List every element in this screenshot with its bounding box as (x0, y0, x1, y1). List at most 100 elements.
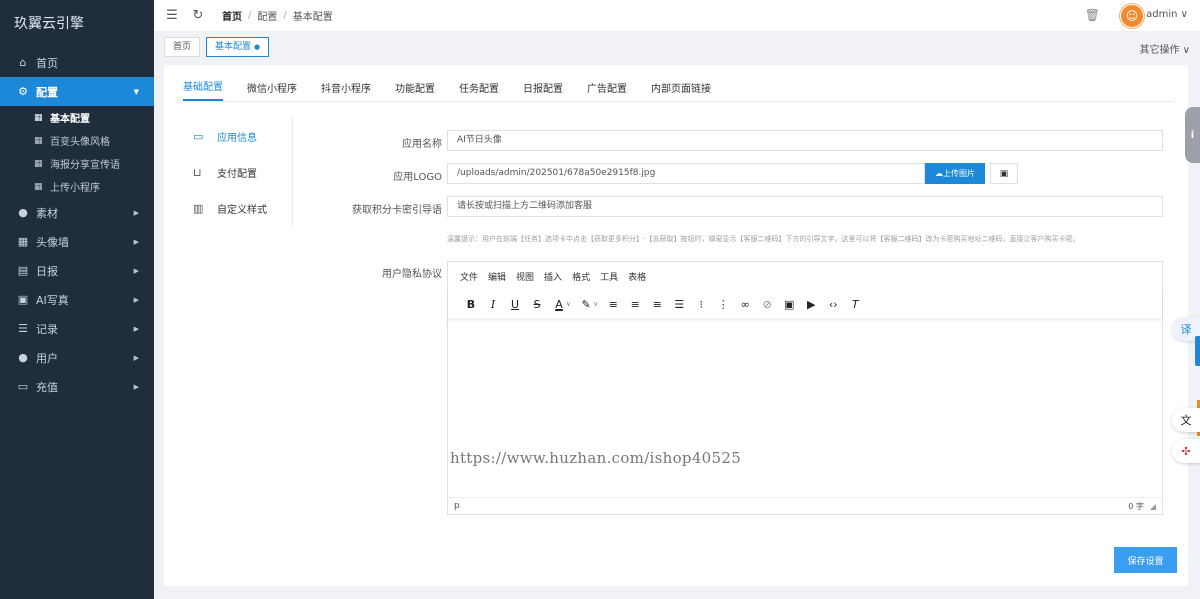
tab-internal-links[interactable]: 内部页面链接 (651, 80, 711, 101)
sidebar-item-recharge[interactable]: ▭ 充值 ▶ (0, 372, 154, 401)
sidebar-subitem-basic-config[interactable]: ▦ 基本配置 (0, 106, 154, 129)
code-icon[interactable]: ‹› (822, 293, 844, 315)
tab-task-config[interactable]: 任务配置 (459, 80, 499, 101)
app-logo-label: 应用LOGO (393, 172, 442, 183)
app-name-input[interactable]: AI节日头像 (447, 130, 1163, 151)
align-justify-icon[interactable]: ☰ (668, 293, 690, 315)
align-left-icon[interactable]: ≡ (602, 293, 624, 315)
unlink-icon[interactable]: ⊘ (756, 293, 778, 315)
underline-icon[interactable]: U (504, 293, 526, 315)
strikethrough-icon[interactable]: S (526, 293, 548, 315)
editor-menu-view[interactable]: 视图 (516, 270, 534, 283)
trash-icon[interactable]: 🗑 (1085, 8, 1100, 22)
tab-ad-config[interactable]: 广告配置 (587, 80, 627, 101)
other-operations-dropdown[interactable]: 其它操作 ∨ (1139, 41, 1190, 56)
image-preview-button[interactable]: ▣ (990, 163, 1018, 184)
bullet-list-icon[interactable]: ⁝ (690, 293, 712, 315)
italic-icon[interactable]: I (482, 293, 504, 315)
resize-handle-icon[interactable]: ◢ (1150, 502, 1156, 511)
info-side-tab[interactable]: i (1185, 107, 1200, 163)
breadcrumb-item[interactable]: 配置 (257, 8, 277, 23)
sidebar-item-label: 头像墙 (36, 235, 69, 249)
app-logo-input[interactable]: /uploads/admin/202501/678a50e2915f8.jpg (447, 163, 925, 184)
word-count: 0 字 (1128, 501, 1144, 511)
user-menu[interactable]: admin ∨ (1146, 9, 1188, 20)
sidebar-item-material[interactable]: ● 素材 ▶ (0, 198, 154, 227)
page-tab-home[interactable]: 首页 (164, 36, 201, 57)
image-icon: ▣ (17, 293, 29, 306)
grid-icon: ▦ (34, 181, 43, 192)
user-name: admin (1146, 9, 1178, 20)
content-card: 基础配置 微信小程序 抖音小程序 功能配置 任务配置 日报配置 广告配置 内部页… (164, 65, 1188, 586)
network-button[interactable]: ✣ (1172, 439, 1200, 463)
sidebar-item-ai-portrait[interactable]: ▣ AI写真 ▶ (0, 285, 154, 314)
sidebar-subitem-poster-slogan[interactable]: ▦ 海报分享宣传语 (0, 152, 154, 175)
sidebar-subitem-avatar-style[interactable]: ▦ 百变头像风格 (0, 129, 154, 152)
editor-menu-file[interactable]: 文件 (460, 270, 478, 283)
menu-toggle-icon[interactable]: ☰ (164, 8, 180, 23)
editor-content-area[interactable] (448, 319, 1162, 499)
page-tab-basic-config[interactable]: 基本配置 ● (206, 36, 270, 57)
align-center-icon[interactable]: ≡ (624, 293, 646, 315)
sidebar-item-label: AI写真 (36, 293, 69, 307)
grid-icon: ▦ (34, 158, 43, 169)
vnav-item-payment[interactable]: ⊔ 支付配置 (183, 154, 292, 190)
chevron-down-icon[interactable]: ∨ (566, 300, 571, 308)
other-ops-label: 其它操作 (1139, 45, 1180, 56)
editor-menu-format[interactable]: 格式 (572, 270, 590, 283)
sidebar-item-config[interactable]: ⚙ 配置 ▼ (0, 77, 154, 106)
sidebar-item-daily[interactable]: ▤ 日报 ▶ (0, 256, 154, 285)
sliders-icon: ☰ (18, 322, 28, 335)
vnav-item-custom-style[interactable]: ▥ 自定义样式 (183, 190, 292, 226)
cloud-upload-icon: ☁ (935, 169, 943, 178)
guide-text-input[interactable]: 请长按或扫描上方二维码添加客服 (447, 196, 1163, 217)
page-tabs-bar: 首页 基本配置 ● 其它操作 ∨ (154, 32, 1200, 61)
sidebar-item-label: 用户 (36, 351, 58, 365)
tab-feature-config[interactable]: 功能配置 (395, 80, 435, 101)
sidebar-item-records[interactable]: ☰ 记录 ▶ (0, 314, 154, 343)
sidebar-item-users[interactable]: ● 用户 ▶ (0, 343, 154, 372)
bold-icon[interactable]: B (460, 293, 482, 315)
vnav-label: 自定义样式 (217, 204, 267, 216)
network-icon: ✣ (1181, 444, 1191, 458)
image-icon[interactable]: ▣ (778, 293, 800, 315)
avatar[interactable]: ☺ (1120, 4, 1144, 28)
sidebar-subitem-upload-miniprogram[interactable]: ▦ 上传小程序 (0, 175, 154, 198)
image-icon: ▣ (999, 168, 1009, 179)
tab-basic-config[interactable]: 基础配置 (183, 78, 223, 101)
translate-icon: 文 (1180, 414, 1192, 427)
link-icon[interactable]: ∞ (734, 293, 756, 315)
clear-format-icon[interactable]: T (844, 293, 866, 315)
editor-toolbar: B I U S A ∨ ✎ ∨ ≡ ≡ ≡ ☰ ⁝ ⋮ ∞ ⊘ ▣ ▶ ‹› T (448, 290, 1162, 319)
chevron-down-icon: ∨ (1180, 9, 1188, 20)
editor-statusbar: p 0 字 ◢ (448, 497, 1162, 514)
home-icon: ⌂ (19, 56, 27, 69)
rich-text-editor[interactable]: 文件 编辑 视图 插入 格式 工具 表格 B I U S A ∨ ✎ ∨ ≡ ≡… (447, 261, 1163, 515)
refresh-icon[interactable]: ↻ (190, 8, 206, 23)
save-settings-button[interactable]: 保存设置 (1114, 547, 1177, 573)
close-icon[interactable]: ● (254, 43, 260, 51)
editor-menu-tools[interactable]: 工具 (600, 270, 618, 283)
editor-menu-edit[interactable]: 编辑 (488, 270, 506, 283)
language-button[interactable]: 文 (1172, 408, 1200, 432)
vnav-label: 应用信息 (217, 132, 257, 144)
app-name-label: 应用名称 (402, 139, 442, 150)
numbered-list-icon[interactable]: ⋮ (712, 293, 734, 315)
tab-daily-config[interactable]: 日报配置 (523, 80, 563, 101)
chevron-down-icon[interactable]: ∨ (593, 300, 598, 308)
editor-menu-insert[interactable]: 插入 (544, 270, 562, 283)
monitor-icon: ▭ (193, 129, 204, 143)
breadcrumb-item[interactable]: 首页 (222, 8, 242, 23)
privacy-label: 用户隐私协议 (382, 269, 442, 280)
sidebar-item-home[interactable]: ⌂ 首页 (0, 48, 154, 77)
align-right-icon[interactable]: ≡ (646, 293, 668, 315)
tab-douyin-miniprogram[interactable]: 抖音小程序 (321, 80, 371, 101)
vnav-item-app-info[interactable]: ▭ 应用信息 (183, 118, 292, 154)
caret-right-icon: ▶ (133, 353, 139, 362)
sidebar-item-avatar-wall[interactable]: ▦ 头像墙 ▶ (0, 227, 154, 256)
grid-icon: ▦ (17, 235, 29, 248)
editor-menu-table[interactable]: 表格 (628, 270, 646, 283)
tab-wechat-miniprogram[interactable]: 微信小程序 (247, 80, 297, 101)
upload-image-button[interactable]: ☁ 上传图片 (925, 163, 985, 184)
video-icon[interactable]: ▶ (800, 293, 822, 315)
